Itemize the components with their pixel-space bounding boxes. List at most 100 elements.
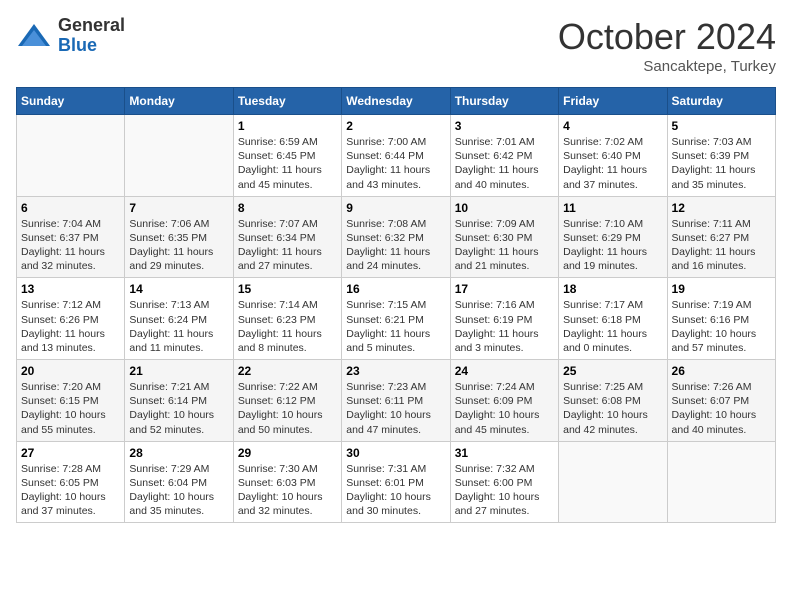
calendar-cell xyxy=(17,115,125,197)
calendar-cell: 26Sunrise: 7:26 AMSunset: 6:07 PMDayligh… xyxy=(667,360,775,442)
day-info: Sunrise: 7:14 AMSunset: 6:23 PMDaylight:… xyxy=(238,298,337,355)
calendar-week-row: 13Sunrise: 7:12 AMSunset: 6:26 PMDayligh… xyxy=(17,278,776,360)
calendar-cell: 25Sunrise: 7:25 AMSunset: 6:08 PMDayligh… xyxy=(559,360,667,442)
day-info: Sunrise: 7:06 AMSunset: 6:35 PMDaylight:… xyxy=(129,217,228,274)
day-number: 29 xyxy=(238,446,337,460)
calendar-week-row: 20 Sunrise: 7:20 AMSunset: 6:15 PMDayligh… xyxy=(17,360,776,442)
day-info: Sunrise: 7:31 AMSunset: 6:01 PMDaylight:… xyxy=(346,462,445,519)
logo: General Blue xyxy=(16,16,125,56)
calendar-cell xyxy=(559,441,667,523)
day-info: Sunrise: 7:30 AMSunset: 6:03 PMDaylight:… xyxy=(238,462,337,519)
month-title: October 2024 xyxy=(558,16,776,58)
day-number: 5 xyxy=(672,119,771,133)
day-number: 31 xyxy=(455,446,554,460)
day-number: 6 xyxy=(21,201,120,215)
calendar-cell: 24 Sunrise: 7:24 AMSunset: 6:09 PMDayligh… xyxy=(450,360,558,442)
day-info: Sunrise: 7:32 AMSunset: 6:00 PMDaylight:… xyxy=(455,462,554,519)
calendar-cell: 31 Sunrise: 7:32 AMSunset: 6:00 PMDayligh… xyxy=(450,441,558,523)
calendar-cell: 16Sunrise: 7:15 AMSunset: 6:21 PMDayligh… xyxy=(342,278,450,360)
day-info: Sunrise: 6:59 AMSunset: 6:45 PMDaylight:… xyxy=(238,135,337,192)
calendar-header: SundayMondayTuesdayWednesdayThursdayFrid… xyxy=(17,88,776,115)
day-info: Sunrise: 7:03 AMSunset: 6:39 PMDaylight:… xyxy=(672,135,771,192)
day-number: 4 xyxy=(563,119,662,133)
day-number: 25 xyxy=(563,364,662,378)
location: Sancaktepe, Turkey xyxy=(558,58,776,75)
calendar-cell: 21Sunrise: 7:21 AMSunset: 6:14 PMDayligh… xyxy=(125,360,233,442)
day-info: Sunrise: 7:23 AMSunset: 6:11 PMDaylight:… xyxy=(346,380,445,437)
weekday-header: Wednesday xyxy=(342,88,450,115)
weekday-header: Thursday xyxy=(450,88,558,115)
calendar-cell: 19Sunrise: 7:19 AMSunset: 6:16 PMDayligh… xyxy=(667,278,775,360)
day-number: 28 xyxy=(129,446,228,460)
weekday-header: Monday xyxy=(125,88,233,115)
day-info: Sunrise: 7:07 AMSunset: 6:34 PMDaylight:… xyxy=(238,217,337,274)
day-info: Sunrise: 7:13 AMSunset: 6:24 PMDaylight:… xyxy=(129,298,228,355)
day-number: 13 xyxy=(21,282,120,296)
day-info: Sunrise: 7:22 AMSunset: 6:12 PMDaylight:… xyxy=(238,380,337,437)
day-info: Sunrise: 7:19 AMSunset: 6:16 PMDaylight:… xyxy=(672,298,771,355)
calendar-cell: 15Sunrise: 7:14 AMSunset: 6:23 PMDayligh… xyxy=(233,278,341,360)
day-number: 12 xyxy=(672,201,771,215)
calendar-cell xyxy=(125,115,233,197)
day-number: 17 xyxy=(455,282,554,296)
calendar-cell: 4Sunrise: 7:02 AMSunset: 6:40 PMDaylight… xyxy=(559,115,667,197)
calendar-table: SundayMondayTuesdayWednesdayThursdayFrid… xyxy=(16,87,776,523)
day-number: 10 xyxy=(455,201,554,215)
calendar-cell: 1 Sunrise: 6:59 AMSunset: 6:45 PMDaylight… xyxy=(233,115,341,197)
day-number: 11 xyxy=(563,201,662,215)
day-info: Sunrise: 7:08 AMSunset: 6:32 PMDaylight:… xyxy=(346,217,445,274)
calendar-cell: 14Sunrise: 7:13 AMSunset: 6:24 PMDayligh… xyxy=(125,278,233,360)
logo-blue-text: Blue xyxy=(58,36,125,56)
calendar-cell: 2Sunrise: 7:00 AMSunset: 6:44 PMDaylight… xyxy=(342,115,450,197)
day-number: 27 xyxy=(21,446,120,460)
day-info: Sunrise: 7:17 AMSunset: 6:18 PMDaylight:… xyxy=(563,298,662,355)
day-number: 30 xyxy=(346,446,445,460)
day-number: 20 xyxy=(21,364,120,378)
day-number: 2 xyxy=(346,119,445,133)
day-number: 8 xyxy=(238,201,337,215)
calendar-cell: 12 Sunrise: 7:11 AMSunset: 6:27 PMDayligh… xyxy=(667,196,775,278)
day-info: Sunrise: 7:26 AMSunset: 6:07 PMDaylight:… xyxy=(672,380,771,437)
day-number: 9 xyxy=(346,201,445,215)
calendar-cell: 28 Sunrise: 7:29 AMSunset: 6:04 PMDayligh… xyxy=(125,441,233,523)
day-number: 7 xyxy=(129,201,228,215)
day-info: Sunrise: 7:11 AMSunset: 6:27 PMDaylight:… xyxy=(672,217,771,274)
day-info: Sunrise: 7:16 AMSunset: 6:19 PMDaylight:… xyxy=(455,298,554,355)
day-info: Sunrise: 7:21 AMSunset: 6:14 PMDaylight:… xyxy=(129,380,228,437)
calendar-cell: 22 Sunrise: 7:22 AMSunset: 6:12 PMDayligh… xyxy=(233,360,341,442)
calendar-week-row: 6Sunrise: 7:04 AMSunset: 6:37 PMDaylight… xyxy=(17,196,776,278)
calendar-cell: 9 Sunrise: 7:08 AMSunset: 6:32 PMDaylight… xyxy=(342,196,450,278)
calendar-cell: 20 Sunrise: 7:20 AMSunset: 6:15 PMDayligh… xyxy=(17,360,125,442)
calendar-cell: 23 Sunrise: 7:23 AMSunset: 6:11 PMDayligh… xyxy=(342,360,450,442)
day-info: Sunrise: 7:24 AMSunset: 6:09 PMDaylight:… xyxy=(455,380,554,437)
day-number: 3 xyxy=(455,119,554,133)
day-info: Sunrise: 7:01 AMSunset: 6:42 PMDaylight:… xyxy=(455,135,554,192)
calendar-cell: 17 Sunrise: 7:16 AMSunset: 6:19 PMDayligh… xyxy=(450,278,558,360)
day-number: 1 xyxy=(238,119,337,133)
calendar-cell: 10 Sunrise: 7:09 AMSunset: 6:30 PMDayligh… xyxy=(450,196,558,278)
day-number: 22 xyxy=(238,364,337,378)
calendar-week-row: 1 Sunrise: 6:59 AMSunset: 6:45 PMDaylight… xyxy=(17,115,776,197)
weekday-header: Friday xyxy=(559,88,667,115)
day-number: 24 xyxy=(455,364,554,378)
day-number: 16 xyxy=(346,282,445,296)
calendar-cell xyxy=(667,441,775,523)
calendar-cell: 6Sunrise: 7:04 AMSunset: 6:37 PMDaylight… xyxy=(17,196,125,278)
day-info: Sunrise: 7:09 AMSunset: 6:30 PMDaylight:… xyxy=(455,217,554,274)
weekday-header: Sunday xyxy=(17,88,125,115)
day-info: Sunrise: 7:29 AMSunset: 6:04 PMDaylight:… xyxy=(129,462,228,519)
calendar-cell: 29 Sunrise: 7:30 AMSunset: 6:03 PMDayligh… xyxy=(233,441,341,523)
logo-text: General Blue xyxy=(58,16,125,56)
calendar-cell: 11Sunrise: 7:10 AMSunset: 6:29 PMDayligh… xyxy=(559,196,667,278)
weekday-header: Tuesday xyxy=(233,88,341,115)
calendar-cell: 30 Sunrise: 7:31 AMSunset: 6:01 PMDayligh… xyxy=(342,441,450,523)
logo-general-text: General xyxy=(58,16,125,36)
day-number: 23 xyxy=(346,364,445,378)
day-info: Sunrise: 7:28 AMSunset: 6:05 PMDaylight:… xyxy=(21,462,120,519)
calendar-body: 1 Sunrise: 6:59 AMSunset: 6:45 PMDaylight… xyxy=(17,115,776,523)
day-number: 18 xyxy=(563,282,662,296)
day-info: Sunrise: 7:20 AMSunset: 6:15 PMDaylight:… xyxy=(21,380,120,437)
title-block: October 2024 Sancaktepe, Turkey xyxy=(558,16,776,75)
page-header: General Blue October 2024 Sancaktepe, Tu… xyxy=(16,16,776,75)
calendar-cell: 5 Sunrise: 7:03 AMSunset: 6:39 PMDaylight… xyxy=(667,115,775,197)
